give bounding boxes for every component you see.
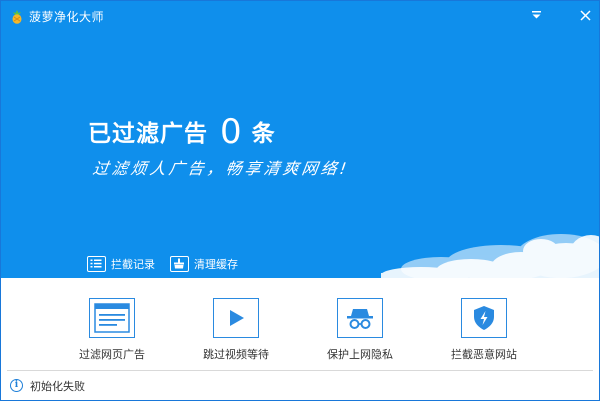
title-bar: 菠萝净化大师 xyxy=(1,1,599,31)
slogan: 过滤烦人广告，畅享清爽网络! xyxy=(91,159,351,178)
feature-row: 过滤网页广告 跳过视频等待 保护上网隐私 拦截恶意网站 xyxy=(1,278,599,370)
feature-label: 保护上网隐私 xyxy=(327,348,393,361)
info-icon: i xyxy=(10,379,23,392)
status-divider xyxy=(7,370,593,371)
headline-prefix: 已过滤广告 xyxy=(88,121,208,147)
close-button[interactable] xyxy=(574,5,596,25)
clear-cache-label: 清理缓存 xyxy=(194,258,238,271)
menu-button[interactable] xyxy=(525,5,547,25)
feature-block-malicious-sites[interactable]: 拦截恶意网站 xyxy=(414,298,554,368)
feature-label: 拦截恶意网站 xyxy=(451,348,517,361)
feature-protect-privacy[interactable]: 保护上网隐私 xyxy=(290,298,430,368)
status-text: 初始化失败 xyxy=(30,380,85,393)
feature-label: 跳过视频等待 xyxy=(203,348,269,361)
app-window: 菠萝净化大师 已过滤广告 0 条 过滤烦人广告，畅享清爽网络! 拦截记录 清理缓… xyxy=(0,0,600,401)
clear-cache-link[interactable]: 清理缓存 xyxy=(170,254,238,274)
status-bar: i 初始化失败 xyxy=(1,373,599,400)
filtered-count: 0 xyxy=(220,112,242,152)
pineapple-logo-icon xyxy=(12,10,22,24)
feature-skip-video-wait[interactable]: 跳过视频等待 xyxy=(166,298,306,368)
webpage-icon xyxy=(89,298,135,338)
incognito-icon xyxy=(337,298,383,338)
shield-icon xyxy=(461,298,507,338)
broom-icon xyxy=(170,256,189,272)
list-icon xyxy=(87,256,106,272)
play-icon xyxy=(213,298,259,338)
filtered-count-headline: 已过滤广告 0 条 xyxy=(88,114,276,150)
block-log-label: 拦截记录 xyxy=(111,258,155,271)
close-icon xyxy=(579,9,591,21)
feature-filter-web-ads[interactable]: 过滤网页广告 xyxy=(42,298,182,368)
hero-panel: 菠萝净化大师 已过滤广告 0 条 过滤烦人广告，畅享清爽网络! 拦截记录 清理缓… xyxy=(1,1,599,278)
headline-suffix: 条 xyxy=(251,121,276,147)
block-log-link[interactable]: 拦截记录 xyxy=(87,254,155,274)
dropdown-menu-icon xyxy=(531,11,541,19)
feature-label: 过滤网页广告 xyxy=(79,348,145,361)
app-title: 菠萝净化大师 xyxy=(29,10,105,24)
